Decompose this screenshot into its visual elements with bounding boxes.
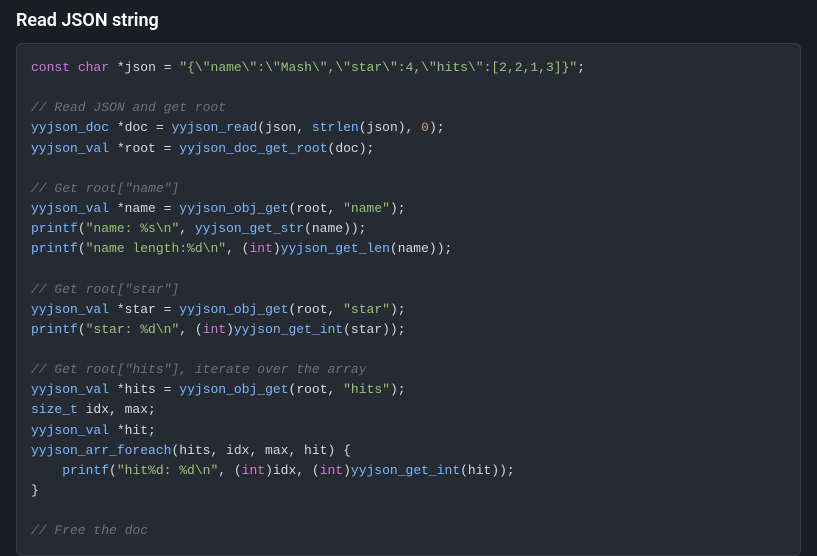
code-line: yyjson_val *star = yyjson_obj_get(root, … bbox=[31, 302, 406, 317]
code-block: const char *json = "{\"name\":\"Mash\",\… bbox=[16, 43, 801, 556]
code-line: yyjson_val *hits = yyjson_obj_get(root, … bbox=[31, 382, 406, 397]
code-line: yyjson_doc *doc = yyjson_read(json, strl… bbox=[31, 120, 445, 135]
code-line: // Free the doc bbox=[31, 523, 148, 538]
code-line: size_t idx, max; bbox=[31, 402, 156, 417]
section-container: Read JSON string const char *json = "{\"… bbox=[0, 0, 817, 556]
code-line: // Read JSON and get root bbox=[31, 100, 226, 115]
code-line: printf("name: %s\n", yyjson_get_str(name… bbox=[31, 221, 367, 236]
section-heading: Read JSON string bbox=[16, 10, 801, 31]
code-line: yyjson_val *root = yyjson_doc_get_root(d… bbox=[31, 141, 374, 156]
code-line: // Get root["star"] bbox=[31, 282, 179, 297]
code-line: yyjson_arr_foreach(hits, idx, max, hit) … bbox=[31, 443, 351, 458]
code-line: printf("hit%d: %d\n", (int)idx, (int)yyj… bbox=[31, 463, 515, 478]
code-line: const char *json = "{\"name\":\"Mash\",\… bbox=[31, 60, 585, 75]
code-line: printf("star: %d\n", (int)yyjson_get_int… bbox=[31, 322, 406, 337]
code-line: yyjson_val *hit; bbox=[31, 423, 156, 438]
code-line: yyjson_val *name = yyjson_obj_get(root, … bbox=[31, 201, 406, 216]
code-line: } bbox=[31, 483, 39, 498]
code-line: // Get root["name"] bbox=[31, 181, 179, 196]
code-line: printf("name length:%d\n", (int)yyjson_g… bbox=[31, 241, 452, 256]
code-line: // Get root["hits"], iterate over the ar… bbox=[31, 362, 366, 377]
